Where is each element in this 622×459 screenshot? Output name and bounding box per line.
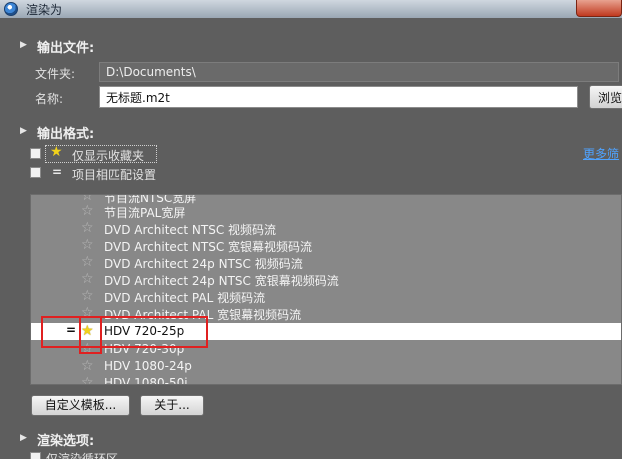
list-item[interactable]: ☆ DVD Architect 24p NTSC 宽银幕视频码流 bbox=[31, 271, 621, 288]
name-label: 名称: bbox=[35, 92, 64, 106]
star-icon[interactable]: ☆ bbox=[81, 254, 94, 270]
preset-label: DVD Architect 24p NTSC 视频码流 bbox=[104, 257, 303, 271]
preset-label: DVD Architect PAL 视频码流 bbox=[104, 291, 266, 305]
folder-path-field[interactable]: D:\Documents\ bbox=[99, 62, 619, 82]
file-name-input[interactable] bbox=[99, 86, 578, 108]
window-title: 渲染为 bbox=[26, 3, 63, 17]
list-item[interactable]: ☆ HDV 1080-50i bbox=[31, 375, 621, 385]
star-icon[interactable]: ☆ bbox=[81, 203, 94, 219]
browse-button[interactable]: 浏览 bbox=[589, 85, 622, 109]
triangle-right-icon[interactable]: ▶ bbox=[20, 126, 27, 136]
preset-label: HDV 1080-24p bbox=[104, 359, 192, 373]
star-icon[interactable]: ☆ bbox=[81, 271, 94, 287]
list-item[interactable]: ☆ DVD Architect PAL 视频码流 bbox=[31, 288, 621, 305]
folder-label: 文件夹: bbox=[35, 67, 76, 81]
star-icon[interactable]: ☆ bbox=[81, 375, 94, 384]
preset-label: DVD Architect NTSC 宽银幕视频码流 bbox=[104, 240, 313, 254]
highlight-box-star bbox=[79, 316, 102, 354]
triangle-right-icon[interactable]: ▶ bbox=[20, 433, 27, 443]
app-globe-icon bbox=[4, 2, 18, 16]
list-item[interactable]: ☆ DVD Architect 24p NTSC 视频码流 bbox=[31, 254, 621, 271]
favorites-only-label: 仅显示收藏夹 bbox=[72, 149, 145, 163]
match-project-label: 项目相匹配设置 bbox=[72, 168, 157, 182]
list-item[interactable]: ☆ DVD Architect NTSC 宽银幕视频码流 bbox=[31, 237, 621, 254]
list-item[interactable]: ☆ 节目流PAL宽屏 bbox=[31, 203, 621, 220]
star-icon[interactable]: ☆ bbox=[81, 358, 94, 374]
match-project-symbol: = bbox=[52, 165, 63, 179]
match-project-checkbox[interactable] bbox=[30, 167, 41, 178]
list-item[interactable]: ☆ DVD Architect NTSC 视频码流 bbox=[31, 220, 621, 237]
preset-label: DVD Architect 24p NTSC 宽银幕视频码流 bbox=[104, 274, 339, 288]
list-item[interactable]: ☆ HDV 1080-24p bbox=[31, 358, 621, 375]
title-bar[interactable] bbox=[0, 0, 622, 18]
render-loop-checkbox[interactable] bbox=[30, 452, 41, 459]
preset-label: HDV 1080-50i bbox=[104, 376, 188, 385]
output-file-section-label: 输出文件: bbox=[37, 41, 95, 56]
preset-label: DVD Architect NTSC 视频码流 bbox=[104, 223, 277, 237]
favorites-only-checkbox[interactable] bbox=[30, 148, 41, 159]
star-icon: ★ bbox=[50, 144, 63, 160]
more-filters-link[interactable]: 更多筛 bbox=[583, 145, 619, 162]
close-button[interactable] bbox=[576, 0, 622, 17]
star-icon[interactable]: ☆ bbox=[81, 220, 94, 236]
output-format-section-label: 输出格式: bbox=[37, 127, 95, 142]
render-options-section-label: 渲染选项: bbox=[37, 434, 95, 449]
preset-label: 节目流PAL宽屏 bbox=[104, 206, 186, 220]
custom-template-button[interactable]: 自定义模板... bbox=[31, 395, 130, 416]
star-icon[interactable]: ☆ bbox=[81, 237, 94, 253]
preset-list[interactable]: ☆ 节目流NTSC宽屏 ☆ 节目流PAL宽屏 ☆ DVD Architect N… bbox=[30, 194, 622, 385]
star-icon[interactable]: ☆ bbox=[81, 288, 94, 304]
triangle-right-icon[interactable]: ▶ bbox=[20, 40, 27, 50]
about-button[interactable]: 关于... bbox=[140, 395, 204, 416]
highlight-box bbox=[41, 316, 208, 348]
render-loop-label: 仅渲染循环区 bbox=[46, 452, 119, 459]
